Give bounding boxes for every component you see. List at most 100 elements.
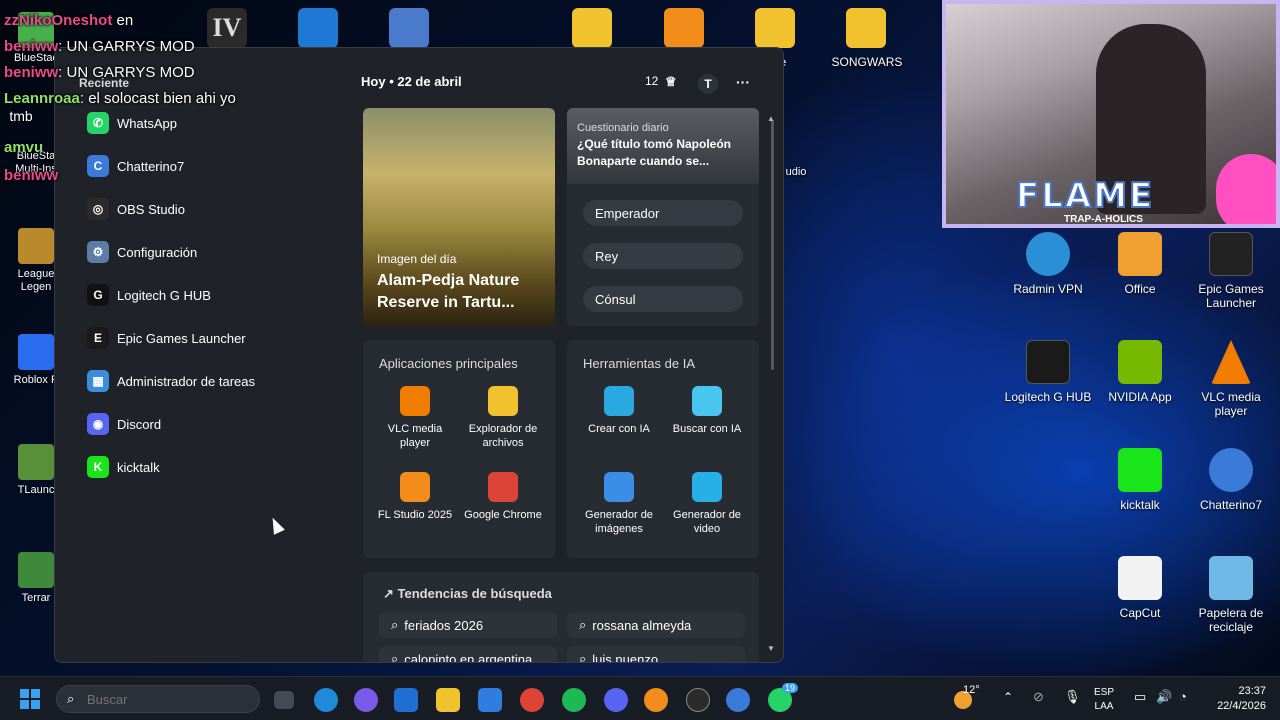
desktop-office[interactable]: Office	[1094, 232, 1186, 296]
desktop-nvidia[interactable]: NVIDIA App	[1094, 340, 1186, 404]
tray-muted-icon[interactable]: ⊘	[1033, 689, 1044, 705]
scroll-down-arrow-icon[interactable]: ▼	[767, 644, 775, 653]
start-button[interactable]	[20, 689, 40, 709]
language-indicator[interactable]: ESP LAA	[1094, 686, 1114, 714]
chat-message: zzNikoOneshot en	[4, 12, 134, 29]
desktop-epic-games[interactable]: Epic Games Launcher	[1185, 232, 1277, 310]
rewards-trophy-icon[interactable]: ♕	[665, 74, 677, 90]
profile-avatar[interactable]: T	[698, 74, 718, 94]
microphone-icon[interactable]: 🎙	[1064, 689, 1081, 705]
task-view-icon[interactable]	[274, 691, 294, 709]
search-icon: ⌕	[579, 651, 587, 663]
desktop-folder-icon[interactable]	[755, 8, 795, 48]
desktop-kicktalk[interactable]: kicktalk	[1094, 448, 1186, 512]
recent-app-label: Administrador de tareas	[117, 373, 256, 389]
spotify-icon[interactable]	[562, 688, 586, 712]
desktop-recycle-bin[interactable]: Papelera de reciclaje	[1185, 556, 1277, 634]
app-tile-label: Explorador de archivos	[468, 423, 538, 449]
network-icon[interactable]: ▭	[1134, 689, 1146, 705]
desktop-radmin-vpn[interactable]: Radmin VPN	[1002, 232, 1094, 296]
widgets-scrollbar[interactable]	[771, 120, 774, 370]
trend-chip[interactable]: ⌕ luis nuenzo	[567, 646, 745, 663]
image-generator-icon	[604, 472, 634, 502]
daily-quiz-card[interactable]: Cuestionario diario ¿Qué título tomó Nap…	[567, 108, 759, 326]
app-tile-label: Google Chrome	[464, 509, 542, 521]
webcam-banner: FLAME	[1015, 175, 1155, 217]
chatterino-icon[interactable]	[726, 688, 750, 712]
recent-app-whatsapp[interactable]: ✆ WhatsApp	[87, 108, 177, 138]
desktop-folder-icon[interactable]	[846, 8, 886, 48]
recent-app-configuraci-n[interactable]: ⚙ Configuración	[87, 237, 197, 267]
video-generator-icon	[692, 472, 722, 502]
app-tile-buscar-con-ia[interactable]: Buscar con IA	[665, 386, 749, 436]
taskbar-search[interactable]: ⌕	[56, 685, 260, 713]
recent-app-label: Logitech G HUB	[117, 287, 211, 303]
clock[interactable]: 23:37 22/4/2026	[1206, 684, 1266, 714]
desktop-icon-rocket-league[interactable]	[298, 8, 338, 48]
desktop-capcut[interactable]: CapCut	[1094, 556, 1186, 620]
store-icon[interactable]	[478, 688, 502, 712]
search-icon: ⌕	[67, 691, 75, 706]
desktop-fl-studio-icon[interactable]	[664, 8, 704, 48]
app-tile-explorador-de-archivos[interactable]: Explorador de archivos	[461, 386, 545, 450]
recent-app-epic-games-launcher[interactable]: E Epic Games Launcher	[87, 323, 246, 353]
app-tile-fl-studio-2025[interactable]: FL Studio 2025	[373, 472, 457, 522]
quiz-question: ¿Qué título tomó Napoleón Bonaparte cuan…	[577, 137, 731, 168]
file-explorer-icon[interactable]	[436, 688, 460, 712]
trend-chip[interactable]: ⌕ calopinto en argentina	[379, 646, 557, 662]
recent-app-chatterino7[interactable]: C Chatterino7	[87, 151, 184, 181]
obs-icon[interactable]	[686, 688, 710, 712]
app-tile-google-chrome[interactable]: Google Chrome	[461, 472, 545, 522]
quiz-option[interactable]: Rey	[583, 243, 743, 269]
more-options-icon[interactable]: ···	[736, 74, 750, 90]
copilot-icon[interactable]	[354, 688, 378, 712]
app-tile-crear-con-ia[interactable]: Crear con IA	[577, 386, 661, 436]
webcam-sticker	[1216, 154, 1276, 224]
vlc-icon	[1211, 340, 1251, 384]
desktop-chatterino[interactable]: Chatterino7	[1185, 448, 1277, 512]
chat-message: amvu	[4, 139, 44, 156]
rewards-count[interactable]: 12	[645, 74, 658, 88]
desktop-vlc[interactable]: VLC media player	[1185, 340, 1277, 418]
chat-message: Leannroaa: el solocast bien ahi yo	[4, 90, 236, 107]
desktop-icon-tmb[interactable]: tmb	[6, 109, 36, 123]
battery-icon[interactable]: ◔	[1179, 689, 1187, 704]
vlc-icon	[400, 386, 430, 416]
recent-app-label: kicktalk	[117, 459, 160, 475]
app-tile-generador-de-im-genes[interactable]: Generador de imágenes	[577, 472, 661, 536]
quiz-option[interactable]: Emperador	[583, 200, 743, 226]
ai-tools-title: Herramientas de IA	[583, 356, 695, 371]
image-of-day-title: Alam-Pedja Nature Reserve in Tartu...	[377, 272, 520, 311]
quiz-option[interactable]: Cónsul	[583, 286, 743, 312]
windows-logo-icon	[20, 689, 29, 698]
fl-studio-icon[interactable]	[644, 688, 668, 712]
recent-app-kicktalk[interactable]: Kkicktalk	[87, 452, 160, 482]
desktop-icon-gta[interactable]: IV	[207, 8, 247, 48]
recent-app-discord[interactable]: ◉ Discord	[87, 409, 161, 439]
desktop-icon-game[interactable]	[389, 8, 429, 48]
widgets-panel: Hoy • 22 de abril 12 ♕ T ··· Imagen del …	[361, 48, 783, 663]
search-input[interactable]	[87, 690, 247, 708]
app-tile-generador-de-video[interactable]: Generador de video	[665, 472, 749, 536]
desktop-folder-icon[interactable]	[572, 8, 612, 48]
recent-app-logitech-g-hub[interactable]: G Logitech G HUB	[87, 280, 211, 310]
edge-icon[interactable]	[314, 688, 338, 712]
top-apps-title: Aplicaciones principales	[379, 356, 518, 371]
recent-app-administrador-de-tareas[interactable]: ▦ Administrador de tareas	[87, 366, 255, 396]
discord-icon[interactable]	[604, 688, 628, 712]
trend-chip[interactable]: ⌕ rossana almeyda	[567, 612, 745, 638]
scroll-up-arrow-icon[interactable]: ▲	[767, 114, 775, 123]
volume-icon[interactable]: 🔊	[1156, 689, 1172, 705]
epic-games-icon	[1209, 232, 1253, 276]
chrome-icon[interactable]	[520, 688, 544, 712]
image-of-day-card[interactable]: Imagen del día Alam-Pedja Nature Reserve…	[363, 108, 555, 326]
outlook-icon[interactable]	[394, 688, 418, 712]
tray-expand-icon[interactable]: ⌃	[1003, 690, 1013, 704]
app-tile-vlc-media-player[interactable]: VLC media player	[373, 386, 457, 450]
desktop-label-songwars[interactable]: SONGWARS	[821, 55, 913, 69]
trend-chip[interactable]: ⌕ feriados 2026	[379, 612, 557, 638]
weather-temp[interactable]: 12°	[963, 684, 980, 696]
desktop-logitech[interactable]: Logitech G HUB	[1002, 340, 1094, 404]
recent-app-obs-studio[interactable]: ◎ OBS Studio	[87, 194, 185, 224]
search-icon: ⌕	[579, 617, 587, 632]
